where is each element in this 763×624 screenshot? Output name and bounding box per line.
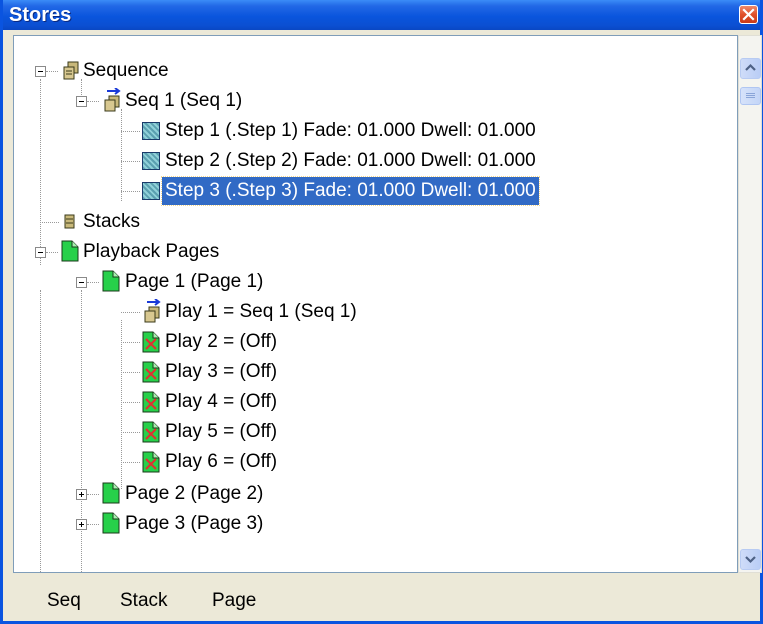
stack-icon xyxy=(64,214,75,229)
node-label: Step 3 (.Step 3) Fade: 01.000 Dwell: 01.… xyxy=(161,176,540,206)
node-label: Playback Pages xyxy=(83,241,220,262)
close-icon xyxy=(742,8,755,21)
tree-line xyxy=(40,79,41,265)
node-label: Seq 1 (Seq 1) xyxy=(125,90,243,111)
node-label: Play 2 = (Off) xyxy=(165,331,278,352)
tree-line xyxy=(87,101,99,102)
collapse-icon[interactable] xyxy=(76,96,87,107)
stores-window: Stores Sequence Seq 1 (Seq 1) Step 1 (.S… xyxy=(0,0,763,624)
tree-line xyxy=(121,402,140,403)
sequence-icon xyxy=(63,61,79,80)
node-label: Play 6 = (Off) xyxy=(165,451,278,472)
node-label: Play 1 = Seq 1 (Seq 1) xyxy=(165,301,357,322)
seq-button[interactable]: Seq xyxy=(47,590,81,612)
off-play-icon xyxy=(142,451,160,473)
node-label: Play 5 = (Off) xyxy=(165,421,278,442)
node-label: Stacks xyxy=(83,211,141,232)
off-play-icon xyxy=(142,421,160,443)
tree-line xyxy=(121,342,140,343)
node-label: Step 1 (.Step 1) Fade: 01.000 Dwell: 01.… xyxy=(165,120,536,141)
tree-line xyxy=(121,462,140,463)
off-play-icon xyxy=(142,331,160,353)
window-title: Stores xyxy=(9,4,72,26)
title-bar[interactable]: Stores xyxy=(3,0,760,30)
chevron-up-icon xyxy=(745,63,756,71)
scroll-thumb[interactable] xyxy=(740,87,761,105)
tree-line xyxy=(121,432,140,433)
step-icon xyxy=(142,122,160,140)
tree-line xyxy=(121,161,140,162)
page-icon xyxy=(102,512,120,534)
off-play-icon xyxy=(142,391,160,413)
expand-icon[interactable] xyxy=(76,519,87,530)
page-icon xyxy=(102,482,120,504)
stores-tree[interactable]: Sequence Seq 1 (Seq 1) Step 1 (.Step 1) … xyxy=(13,35,738,573)
tree-line xyxy=(87,524,99,525)
collapse-icon[interactable] xyxy=(35,66,46,77)
collapse-icon[interactable] xyxy=(35,247,46,258)
tree-line xyxy=(81,290,82,572)
node-label: Step 2 (.Step 2) Fade: 01.000 Dwell: 01.… xyxy=(165,150,536,171)
tree-line xyxy=(121,372,140,373)
scroll-down-button[interactable] xyxy=(740,549,761,570)
tree-line xyxy=(40,222,59,223)
tree-line xyxy=(46,71,58,72)
tree-line xyxy=(87,282,99,283)
vertical-scrollbar[interactable] xyxy=(738,35,762,573)
tree-line xyxy=(87,494,99,495)
sequence-icon xyxy=(144,299,161,323)
chevron-down-icon xyxy=(745,556,756,564)
tree-line xyxy=(121,191,140,192)
page-icon xyxy=(61,240,79,262)
page-button[interactable]: Page xyxy=(212,590,256,612)
node-label: Play 3 = (Off) xyxy=(165,361,278,382)
tree-line xyxy=(121,131,140,132)
off-play-icon xyxy=(142,361,160,383)
collapse-icon[interactable] xyxy=(76,277,87,288)
node-label: Play 4 = (Off) xyxy=(165,391,278,412)
tree-line xyxy=(121,312,140,313)
step-icon xyxy=(142,182,160,200)
sequence-icon xyxy=(104,88,121,112)
page-icon xyxy=(102,270,120,292)
tree-line xyxy=(121,320,122,489)
stack-button[interactable]: Stack xyxy=(120,590,168,612)
node-label: Page 1 (Page 1) xyxy=(125,271,264,292)
node-label: Page 3 (Page 3) xyxy=(125,513,264,534)
expand-icon[interactable] xyxy=(76,489,87,500)
bottom-toolbar: Seq Stack Page xyxy=(3,576,760,621)
node-label: Sequence xyxy=(83,60,169,81)
step-icon xyxy=(142,152,160,170)
tree-line xyxy=(121,109,122,201)
tree-line xyxy=(40,290,41,572)
tree-line xyxy=(46,252,58,253)
node-label: Page 2 (Page 2) xyxy=(125,483,264,504)
scroll-up-button[interactable] xyxy=(740,58,761,79)
close-button[interactable] xyxy=(739,5,758,24)
